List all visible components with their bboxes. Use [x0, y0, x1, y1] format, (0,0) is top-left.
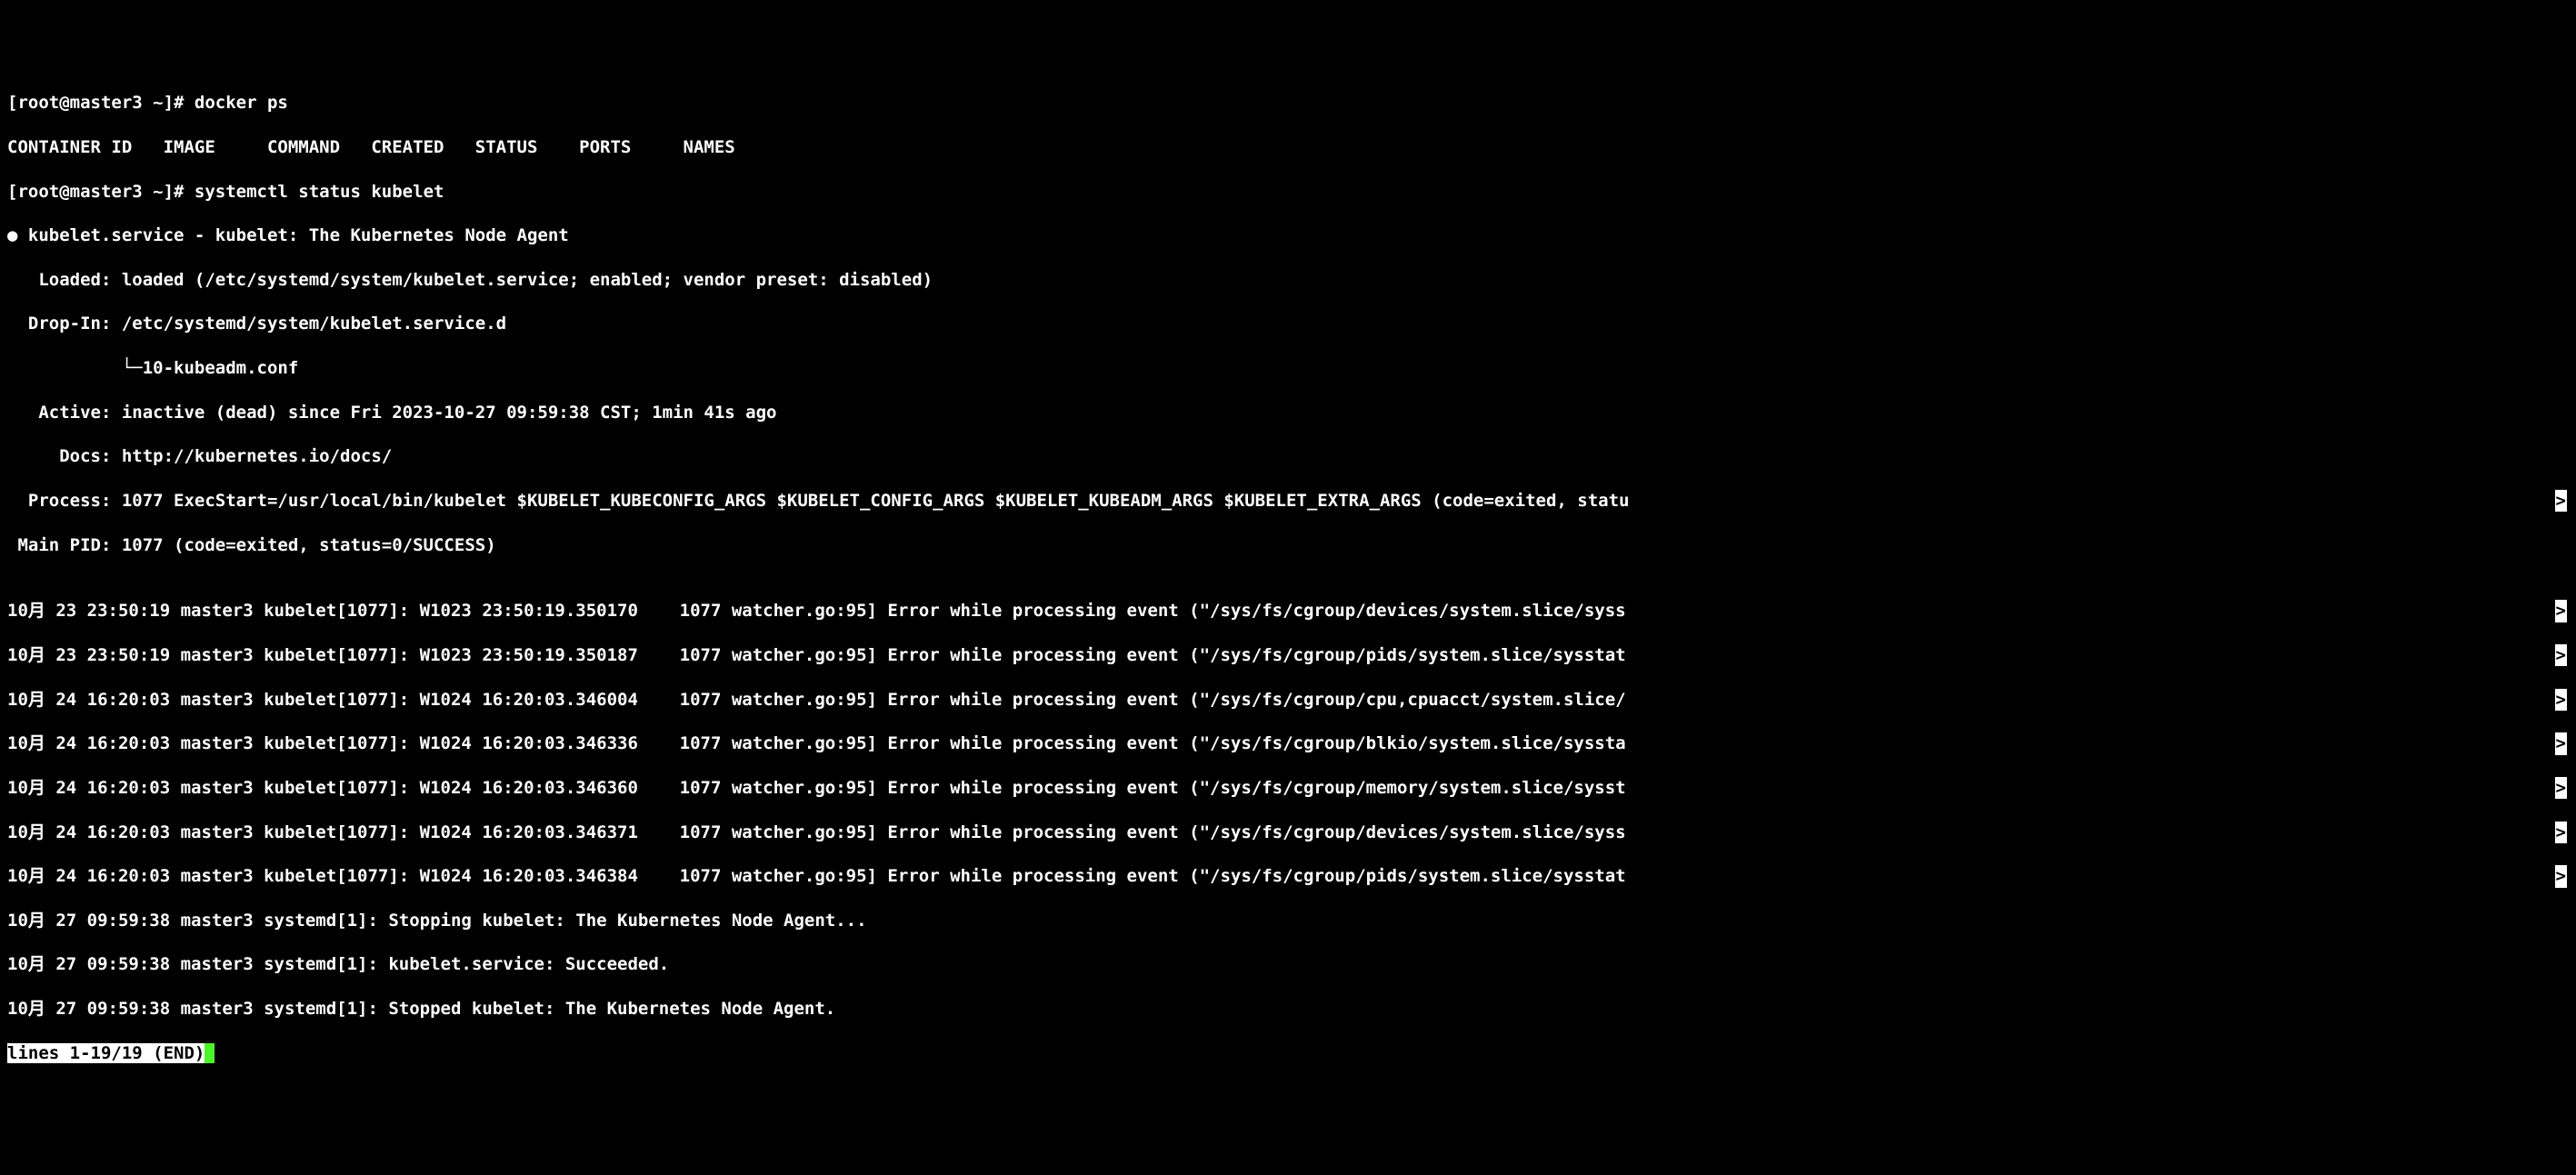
- line-truncation-indicator: >: [2555, 644, 2567, 666]
- log-line: 10月 24 16:20:03 master3 kubelet[1077]: W…: [7, 689, 2569, 711]
- log-line: 10月 24 16:20:03 master3 kubelet[1077]: W…: [7, 865, 2569, 887]
- line-truncation-indicator: >: [2555, 600, 2567, 622]
- line-truncation-indicator: >: [2555, 822, 2567, 843]
- main-pid-line: Main PID: 1077 (code=exited, status=0/SU…: [7, 534, 2569, 556]
- log-line: 10月 27 09:59:38 master3 systemd[1]: Stop…: [7, 998, 2569, 1020]
- dropin-file-line: └─10-kubeadm.conf: [7, 357, 2569, 379]
- prompt-line-1: [root@master3 ~]# docker ps: [7, 92, 2569, 114]
- shell-prompt: [root@master3 ~]#: [7, 182, 195, 202]
- log-line: 10月 24 16:20:03 master3 kubelet[1077]: W…: [7, 822, 2569, 843]
- cursor: [205, 1043, 215, 1063]
- docs-line: Docs: http://kubernetes.io/docs/: [7, 445, 2569, 467]
- line-truncation-indicator: >: [2555, 865, 2567, 887]
- log-line: 10月 23 23:50:19 master3 kubelet[1077]: W…: [7, 644, 2569, 666]
- line-truncation-indicator: >: [2555, 777, 2567, 799]
- shell-prompt: [root@master3 ~]#: [7, 93, 195, 113]
- loaded-line: Loaded: loaded (/etc/systemd/system/kube…: [7, 269, 2569, 291]
- process-line: Process: 1077 ExecStart=/usr/local/bin/k…: [7, 490, 2569, 512]
- service-header-line: ● kubelet.service - kubelet: The Kuberne…: [7, 224, 2569, 246]
- line-truncation-indicator: >: [2555, 732, 2567, 754]
- command-docker-ps: docker ps: [195, 93, 288, 113]
- log-line: 10月 27 09:59:38 master3 systemd[1]: kube…: [7, 953, 2569, 975]
- log-line: 10月 23 23:50:19 master3 kubelet[1077]: W…: [7, 600, 2569, 622]
- docker-ps-header: CONTAINER ID IMAGE COMMAND CREATED STATU…: [7, 136, 2569, 158]
- log-line: 10月 24 16:20:03 master3 kubelet[1077]: W…: [7, 732, 2569, 754]
- command-systemctl-status: systemctl status kubelet: [195, 182, 444, 202]
- active-line: Active: inactive (dead) since Fri 2023-1…: [7, 402, 2569, 423]
- dropin-line: Drop-In: /etc/systemd/system/kubelet.ser…: [7, 313, 2569, 334]
- line-truncation-indicator: >: [2555, 490, 2567, 512]
- prompt-line-2: [root@master3 ~]# systemctl status kubel…: [7, 181, 2569, 203]
- log-line: 10月 27 09:59:38 master3 systemd[1]: Stop…: [7, 910, 2569, 931]
- log-line: 10月 24 16:20:03 master3 kubelet[1077]: W…: [7, 777, 2569, 799]
- line-truncation-indicator: >: [2555, 689, 2567, 711]
- pager-status-line[interactable]: lines 1-19/19 (END): [7, 1042, 2569, 1064]
